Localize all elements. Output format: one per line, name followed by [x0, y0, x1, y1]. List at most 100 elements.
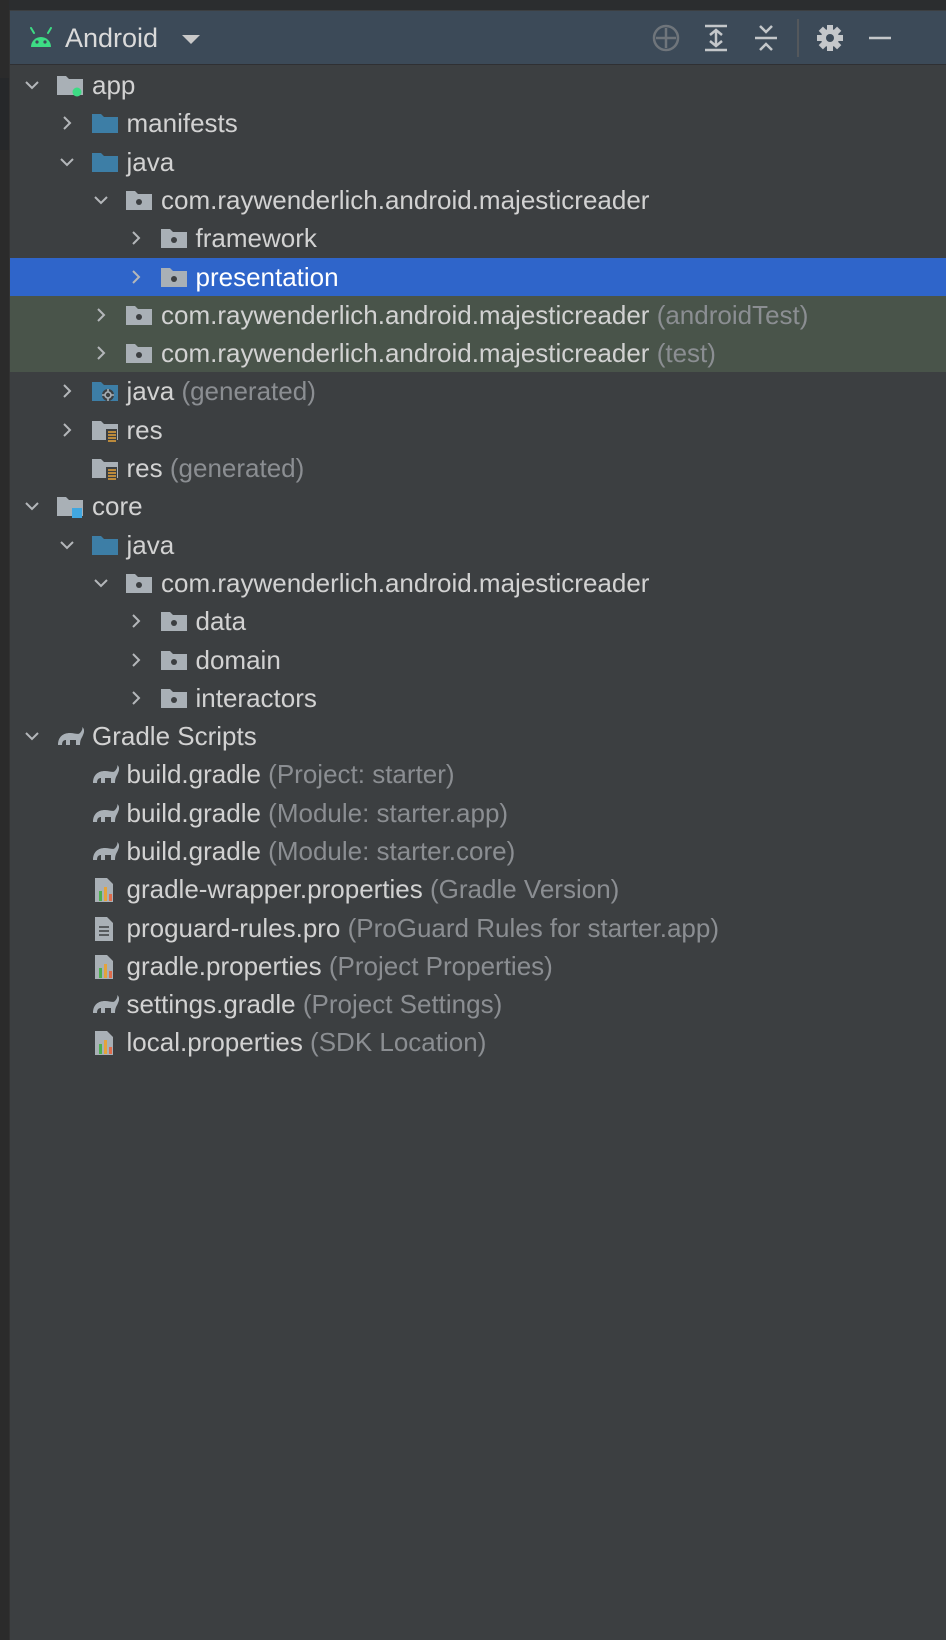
- tree-item-name: gradle.properties: [126, 951, 322, 981]
- chevron-right-icon[interactable]: [93, 345, 109, 361]
- tree-row[interactable]: app: [10, 66, 946, 104]
- gear-icon[interactable]: [814, 22, 846, 54]
- tree-item-name: res: [126, 453, 163, 483]
- view-selector[interactable]: Android: [65, 22, 158, 54]
- chevron-right-icon[interactable]: [59, 383, 75, 399]
- tree-row[interactable]: interactors: [10, 679, 946, 717]
- locate-icon[interactable]: [650, 22, 682, 54]
- tree-item-label: res: [127, 411, 163, 449]
- tree-row[interactable]: java: [10, 143, 946, 181]
- tree-item-label: com.raywenderlich.android.majesticreader: [161, 564, 649, 602]
- collapse-all-icon[interactable]: [750, 22, 782, 54]
- top-border: [9, 0, 946, 10]
- tree-item-name: com.raywenderlich.android.majesticreader: [161, 568, 650, 598]
- chevron-right-icon[interactable]: [128, 652, 144, 668]
- package-icon: [160, 268, 187, 287]
- tree-row[interactable]: res: [10, 411, 946, 449]
- tree-row[interactable]: core: [10, 487, 946, 525]
- package-icon: [160, 651, 187, 670]
- chevron-right-icon[interactable]: [128, 230, 144, 246]
- tree-item-label: com.raywenderlich.android.majesticreader…: [161, 334, 716, 372]
- chevron-down-icon[interactable]: [59, 154, 75, 170]
- tree-item-name: presentation: [195, 262, 339, 292]
- tree-item-label: Gradle Scripts: [92, 717, 257, 755]
- module-app-icon: [57, 76, 83, 97]
- strip-notch: [0, 78, 9, 150]
- tree-item-hint: (Project: starter): [268, 759, 455, 789]
- tree-row[interactable]: settings.gradle (Project Settings): [10, 985, 946, 1023]
- tree-item-hint: (SDK Location): [310, 1027, 487, 1057]
- tree-row[interactable]: com.raywenderlich.android.majesticreader: [10, 181, 946, 219]
- tree-item-name: interactors: [195, 683, 317, 713]
- chevron-down-icon[interactable]: [182, 35, 200, 44]
- properties-icon: [94, 955, 113, 979]
- android-icon: [30, 27, 52, 47]
- tree-item-name: build.gradle: [126, 836, 261, 866]
- tree-item-hint: (generated): [169, 453, 305, 483]
- tree-row[interactable]: build.gradle (Module: starter.app): [10, 794, 946, 832]
- chevron-right-icon[interactable]: [128, 269, 144, 285]
- tree-row[interactable]: framework: [10, 219, 946, 257]
- tree-row[interactable]: com.raywenderlich.android.majesticreader…: [10, 334, 946, 372]
- package-icon: [126, 344, 152, 363]
- tree-row[interactable]: presentation: [10, 258, 946, 296]
- tree-row[interactable]: gradle.properties (Project Properties): [10, 947, 946, 985]
- chevron-right-icon[interactable]: [128, 690, 144, 706]
- tree-item-name: proguard-rules.pro: [126, 913, 341, 943]
- tree-item-label: java: [127, 526, 175, 564]
- package-icon: [160, 612, 187, 631]
- tree-row[interactable]: com.raywenderlich.android.majesticreader…: [10, 296, 946, 334]
- tree-row[interactable]: build.gradle (Module: starter.core): [10, 832, 946, 870]
- tree-row[interactable]: res (generated): [10, 449, 946, 487]
- tree-item-label: proguard-rules.pro (ProGuard Rules for s…: [127, 909, 720, 947]
- res-folder-icon: [91, 421, 118, 443]
- chevron-right-icon[interactable]: [59, 422, 75, 438]
- tree-item-name: java: [126, 530, 175, 560]
- tree-item-label: data: [196, 602, 247, 640]
- tree-row[interactable]: gradle-wrapper.properties (Gradle Versio…: [10, 870, 946, 908]
- chevron-right-icon[interactable]: [93, 307, 109, 323]
- left-tool-strip: [0, 0, 10, 1640]
- folder-blue-icon: [91, 536, 118, 555]
- tree-item-label: com.raywenderlich.android.majesticreader: [161, 181, 649, 219]
- tree-item-label: domain: [196, 641, 281, 679]
- chevron-right-icon[interactable]: [59, 115, 75, 131]
- tree-item-name: app: [92, 70, 136, 100]
- tree-item-name: com.raywenderlich.android.majesticreader: [161, 185, 650, 215]
- chevron-down-icon[interactable]: [24, 498, 40, 514]
- expand-all-icon[interactable]: [700, 22, 732, 54]
- chevron-right-icon[interactable]: [128, 613, 144, 629]
- package-icon: [126, 574, 152, 593]
- tree-item-hint: (Project Settings): [302, 989, 503, 1019]
- tree-row[interactable]: domain: [10, 641, 946, 679]
- module-lib-icon: [57, 497, 83, 518]
- project-toolbar: Android: [10, 11, 946, 65]
- tree-row[interactable]: java (generated): [10, 372, 946, 410]
- gradle-icon: [92, 842, 119, 860]
- tree-item-name: java: [126, 147, 175, 177]
- chevron-down-icon[interactable]: [24, 728, 40, 744]
- tree-item-name: core: [92, 491, 143, 521]
- tree-row[interactable]: com.raywenderlich.android.majesticreader: [10, 564, 946, 602]
- tree-item-name: build.gradle: [126, 798, 261, 828]
- tree-item-name: manifests: [126, 108, 238, 138]
- tree-item-name: Gradle Scripts: [92, 721, 257, 751]
- tree-row[interactable]: java: [10, 526, 946, 564]
- tree-row[interactable]: data: [10, 602, 946, 640]
- tree-row[interactable]: manifests: [10, 104, 946, 142]
- tree-row[interactable]: Gradle Scripts: [10, 717, 946, 755]
- chevron-down-icon[interactable]: [93, 192, 109, 208]
- tree-item-hint: (androidTest): [656, 300, 809, 330]
- minimize-icon[interactable]: [864, 22, 896, 54]
- text-file-icon: [94, 917, 113, 941]
- tree-item-label: framework: [196, 219, 317, 257]
- tree-row[interactable]: local.properties (SDK Location): [10, 1023, 946, 1061]
- tree-item-label: com.raywenderlich.android.majesticreader…: [161, 296, 808, 334]
- project-tool-window: Android app manifests java com.raywender…: [0, 0, 946, 1640]
- tree-row[interactable]: proguard-rules.pro (ProGuard Rules for s…: [10, 909, 946, 947]
- chevron-down-icon[interactable]: [93, 575, 109, 591]
- chevron-down-icon[interactable]: [24, 77, 40, 93]
- folder-blue-icon: [91, 153, 118, 172]
- chevron-down-icon[interactable]: [59, 537, 75, 553]
- tree-row[interactable]: build.gradle (Project: starter): [10, 755, 946, 793]
